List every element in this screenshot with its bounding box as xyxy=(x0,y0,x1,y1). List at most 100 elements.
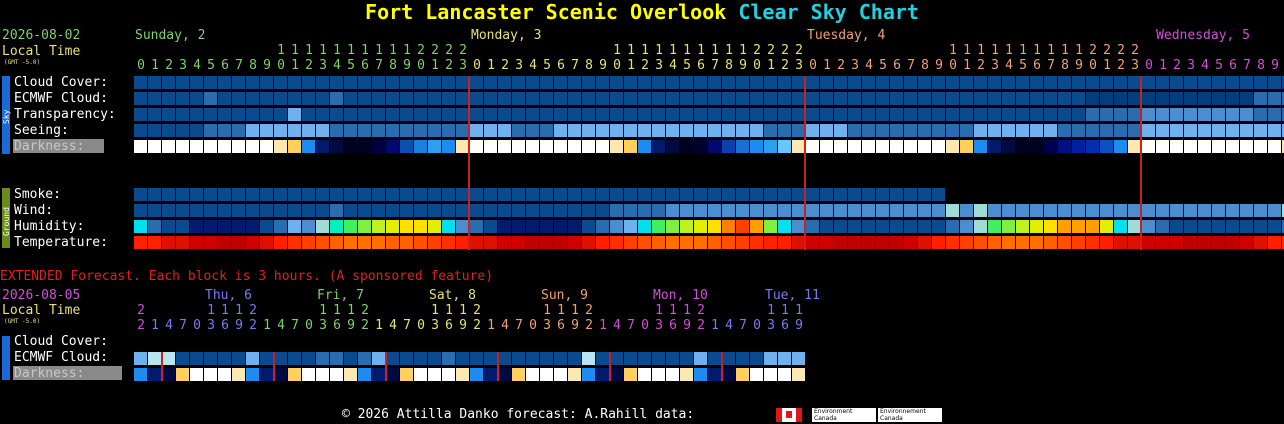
extended-block-cloud-cover xyxy=(316,352,329,365)
block-cloud-cover xyxy=(1058,76,1071,89)
block-darkness xyxy=(848,140,861,153)
block-humidity xyxy=(820,220,833,233)
extended-block-darkness xyxy=(148,368,161,381)
block-humidity xyxy=(750,220,763,233)
block-temperature xyxy=(372,236,385,249)
block-cloud-cover xyxy=(204,76,217,89)
block-ecmwf-cloud xyxy=(190,92,203,105)
environment-canada-logo[interactable]: Environment Canada xyxy=(812,408,876,422)
block-cloud-cover xyxy=(974,76,987,89)
block-wind xyxy=(750,204,763,217)
hour-label: 9 xyxy=(1075,58,1083,73)
block-wind xyxy=(484,204,497,217)
block-cloud-cover xyxy=(1184,76,1197,89)
hour-label: 5 xyxy=(683,58,691,73)
block-smoke xyxy=(526,188,539,201)
sky-section-label: Sky xyxy=(2,109,11,124)
block-transparency xyxy=(820,108,833,121)
block-wind xyxy=(862,204,875,217)
block-wind xyxy=(624,204,637,217)
extended-hour-label: 1 xyxy=(375,318,383,333)
hour-tens-label: 1 xyxy=(739,43,747,58)
block-darkness xyxy=(834,140,847,153)
block-transparency xyxy=(1114,108,1127,121)
extended-block-cloud-cover xyxy=(792,352,805,365)
block-ecmwf-cloud xyxy=(260,92,273,105)
block-transparency xyxy=(344,108,357,121)
block-seeing xyxy=(428,124,441,137)
block-transparency xyxy=(162,108,175,121)
block-seeing xyxy=(1156,124,1169,137)
block-ecmwf-cloud xyxy=(680,92,693,105)
block-darkness xyxy=(302,140,315,153)
block-ecmwf-cloud xyxy=(694,92,707,105)
hour-tens-label: 1 xyxy=(347,43,355,58)
block-seeing xyxy=(1114,124,1127,137)
block-cloud-cover xyxy=(1170,76,1183,89)
block-cloud-cover xyxy=(386,76,399,89)
block-humidity xyxy=(694,220,707,233)
block-transparency xyxy=(218,108,231,121)
date-label: 2026-08-02 xyxy=(2,28,80,43)
hour-label: 9 xyxy=(599,58,607,73)
block-humidity xyxy=(610,220,623,233)
extended-hour-label: 2 xyxy=(249,318,257,333)
extended-hour-label: 7 xyxy=(179,318,187,333)
hour-tens-label: 2 xyxy=(459,43,467,58)
extended-block-darkness xyxy=(204,368,217,381)
extended-hour-tens: 2 xyxy=(585,303,593,318)
block-humidity xyxy=(652,220,665,233)
environnement-canada-logo[interactable]: Environnement Canada xyxy=(878,408,942,422)
extended-hour-tens: 1 xyxy=(683,303,691,318)
hour-label: 3 xyxy=(459,58,467,73)
extended-block-darkness xyxy=(666,368,679,381)
block-ecmwf-cloud xyxy=(932,92,945,105)
block-smoke xyxy=(204,188,217,201)
block-transparency xyxy=(960,108,973,121)
extended-block-cloud-cover xyxy=(526,352,539,365)
hour-label: 6 xyxy=(1033,58,1041,73)
block-humidity xyxy=(918,220,931,233)
block-smoke xyxy=(694,188,707,201)
block-transparency xyxy=(988,108,1001,121)
hour-tens-label: 1 xyxy=(711,43,719,58)
block-cloud-cover xyxy=(918,76,931,89)
block-temperature xyxy=(344,236,357,249)
block-humidity xyxy=(1086,220,1099,233)
hour-tens-label: 1 xyxy=(375,43,383,58)
block-wind xyxy=(386,204,399,217)
block-seeing xyxy=(554,124,567,137)
hour-label: 5 xyxy=(879,58,887,73)
block-darkness xyxy=(750,140,763,153)
hour-label: 8 xyxy=(725,58,733,73)
hour-label: 0 xyxy=(137,58,145,73)
extended-block-darkness xyxy=(260,368,273,381)
canada-flag-icon[interactable] xyxy=(776,408,802,422)
block-temperature xyxy=(834,236,847,249)
block-wind xyxy=(288,204,301,217)
block-wind xyxy=(372,204,385,217)
block-seeing xyxy=(918,124,931,137)
extended-block-darkness xyxy=(414,368,427,381)
hour-label: 9 xyxy=(739,58,747,73)
block-wind xyxy=(1198,204,1211,217)
block-seeing xyxy=(876,124,889,137)
block-humidity xyxy=(1254,220,1267,233)
block-seeing xyxy=(792,124,805,137)
hour-tens-label: 2 xyxy=(1131,43,1139,58)
block-transparency xyxy=(1198,108,1211,121)
block-seeing xyxy=(1254,124,1267,137)
block-wind xyxy=(162,204,175,217)
extended-block-cloud-cover xyxy=(442,352,455,365)
extended-block-darkness xyxy=(372,368,385,381)
hour-tens-label: 2 xyxy=(781,43,789,58)
hour-tens-label: 1 xyxy=(683,43,691,58)
block-cloud-cover xyxy=(1114,76,1127,89)
block-darkness xyxy=(918,140,931,153)
block-cloud-cover xyxy=(890,76,903,89)
block-humidity xyxy=(134,220,147,233)
block-wind xyxy=(1212,204,1225,217)
block-temperature xyxy=(526,236,539,249)
hour-tens-label: 2 xyxy=(431,43,439,58)
block-darkness xyxy=(190,140,203,153)
